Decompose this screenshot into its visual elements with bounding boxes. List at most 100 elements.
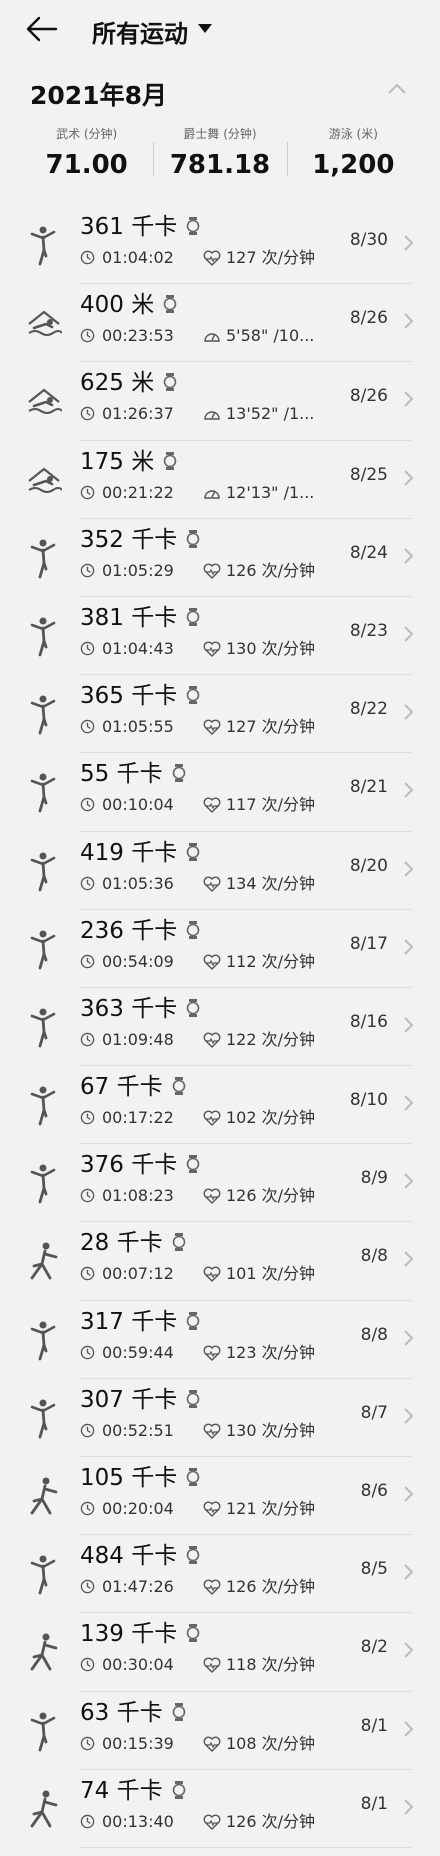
activity-secondary: 13'52" /1... [226,404,315,424]
chevron-up-icon[interactable] [386,82,408,96]
activity-date: 8/30 [349,230,388,250]
activity-row[interactable]: 317 千卡 00:59:44 123 次/分钟 8/8 [0,1301,440,1379]
caret-down-icon[interactable] [198,24,212,33]
watch-icon [171,1698,187,1721]
duration-value: 00:52:51 [102,1420,174,1440]
activity-date: 8/8 [360,1324,388,1345]
duration-value: 01:47:26 [102,1577,174,1597]
activity-duration: 00:15:39 [80,1733,174,1755]
watch-icon [171,1228,187,1252]
clock-icon [80,326,95,345]
metric-value: 28 千卡 [80,1230,163,1257]
activity-row[interactable]: 175 米 00:21:22 12'13" /1... 8/25 [0,441,440,519]
top-bar: 所有运动 [0,0,440,58]
activity-metric: 365 千卡 [80,679,201,713]
duration-value: 00:15:39 [102,1733,174,1753]
clock-icon [80,1812,95,1831]
chevron-right-icon [402,312,414,330]
heart-rate-icon [203,641,221,657]
activity-date: 8/23 [349,620,388,641]
activity-row[interactable]: 139 千卡 00:30:04 118 次/分钟 8/2 [0,1613,440,1692]
chevron-right-icon [402,1172,414,1190]
watch-icon [162,290,178,314]
activity-row[interactable]: 625 米 01:26:37 13'52" /1... 8/26 [0,362,440,441]
watch-icon [185,1150,201,1174]
metric-value: 307 千卡 [80,1386,178,1413]
heart-rate-icon [203,797,221,814]
activity-row[interactable]: 400 米 00:23:53 5'58" /10... 8/26 [0,284,440,363]
activity-duration: 01:05:36 [80,873,174,895]
jazz-dance-icon [26,537,62,579]
activity-metric: 381 千卡 [80,601,201,635]
watch-icon [171,1776,187,1799]
jazz-dance-icon [26,1397,62,1439]
duration-value: 01:04:02 [102,248,174,267]
activity-date: 8/20 [349,855,388,876]
clock-icon [80,483,95,502]
activity-row[interactable]: 67 千卡 00:17:22 102 次/分钟 8/10 [0,1066,440,1145]
activity-date: 8/17 [349,933,388,954]
activity-duration: 01:04:02 [80,247,174,269]
activity-row[interactable]: 376 千卡 01:08:23 126 次/分钟 8/9 [0,1144,440,1223]
activity-row[interactable]: 352 千卡 01:05:29 126 次/分钟 8/24 [0,519,440,597]
activity-row[interactable]: 55 千卡 00:10:04 117 次/分钟 8/21 [0,753,440,832]
month-summary: 武术 (分钟) 71.00 爵士舞 (分钟) 781.18 游泳 (米) 1,2… [20,126,420,192]
activity-metric: 236 千卡 [80,914,201,948]
activity-row[interactable]: 28 千卡 00:07:12 101 次/分钟 8/8 [0,1222,440,1301]
clock-icon [80,1108,95,1127]
metric-value: 105 千卡 [80,1465,178,1491]
clock-icon [80,1264,95,1283]
activity-row[interactable]: 361 千卡 01:04:02 127 次/分钟 8/30 [0,206,440,285]
activity-row[interactable]: 419 千卡 01:05:36 134 次/分钟 8/20 [0,832,440,910]
activity-metric: 74 千卡 [80,1774,187,1808]
jazz-dance-icon [26,615,62,657]
watch-icon [185,212,201,235]
heart-rate-icon [203,563,221,579]
activity-metric: 361 千卡 [80,210,201,244]
activity-date: 8/1 [360,1793,388,1814]
activity-metric: 28 千卡 [80,1226,187,1260]
activity-row[interactable]: 484 千卡 01:47:26 126 次/分钟 8/5 [0,1535,440,1614]
jazz-dance-icon [26,928,62,970]
activity-row[interactable]: 105 千卡 00:20:04 121 次/分钟 8/6 [0,1457,440,1536]
activity-row[interactable]: 381 千卡 01:04:43 130 次/分钟 8/23 [0,597,440,676]
heart-rate-icon [203,1814,221,1830]
activity-duration: 00:13:40 [80,1811,174,1833]
activity-row[interactable]: 307 千卡 00:52:51 130 次/分钟 8/7 [0,1379,440,1457]
activity-secondary: 102 次/分钟 [226,1108,316,1128]
activity-row[interactable]: 74 千卡 00:13:40 126 次/分钟 8/1 [0,1770,440,1848]
activity-row[interactable]: 236 千卡 00:54:09 112 次/分钟 8/17 [0,910,440,988]
activity-duration: 01:08:23 [80,1185,174,1207]
activity-row[interactable]: 363 千卡 01:09:48 122 次/分钟 8/16 [0,988,440,1067]
activity-metric: 625 米 [80,366,178,400]
activity-row[interactable]: 365 千卡 01:05:55 127 次/分钟 8/22 [0,675,440,754]
metric-value: 361 千卡 [80,214,178,240]
chevron-right-icon [402,1250,414,1268]
heart-rate-icon [203,1501,221,1517]
activity-metric: 317 千卡 [80,1305,201,1339]
activity-date: 8/25 [349,464,388,485]
page-title[interactable]: 所有运动 [92,14,188,49]
activity-metric: 67 千卡 [80,1070,187,1104]
summary-swimming: 游泳 (米) 1,200 [286,126,420,192]
activity-row[interactable]: 63 千卡 00:15:39 108 次/分钟 8/1 [0,1692,440,1770]
chevron-right-icon [402,703,414,721]
duration-value: 00:07:12 [102,1264,174,1284]
clock-icon [80,561,95,580]
arrow-left-icon[interactable] [24,14,60,44]
summary-label: 武术 (分钟) [56,127,118,141]
duration-value: 01:08:23 [102,1186,174,1206]
activity-secondary: 126 次/分钟 [226,1186,316,1206]
clock-icon [80,1655,95,1674]
clock-icon [80,795,95,814]
jazz-dance-icon [26,1162,62,1204]
heart-rate-icon [203,1345,221,1361]
duration-value: 00:17:22 [102,1108,174,1128]
watch-icon [185,1307,201,1330]
month-heading: 2021年8月 [30,81,167,110]
watch-icon [185,525,201,548]
chevron-right-icon [402,938,414,956]
activity-duration: 00:20:04 [80,1498,174,1520]
watch-icon [171,1072,187,1096]
clock-icon [80,874,95,893]
